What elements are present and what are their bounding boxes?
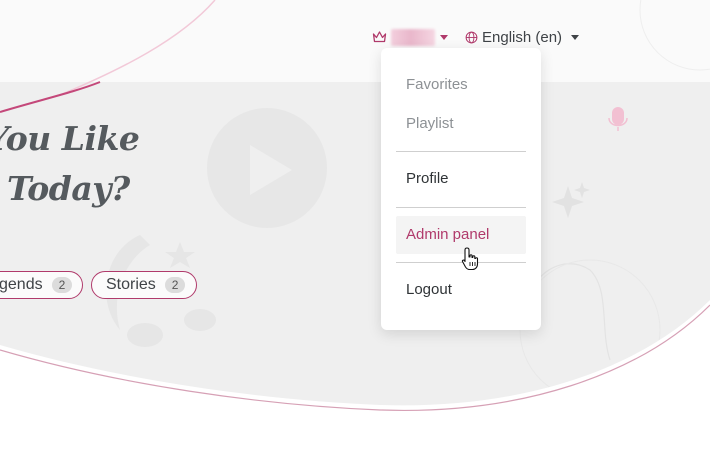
chip-label: Stories [106,276,156,293]
hero-headline-line2: en Today? [0,169,130,208]
username-redacted [391,28,435,46]
hero-headline-line1: d You Like [0,119,140,158]
hero-headline: d You Like en Today? [0,114,140,214]
language-selector[interactable]: English (en) [465,26,580,48]
menu-item-profile[interactable]: Profile [396,160,526,198]
chip-label: gends [0,276,43,293]
category-chip-legends[interactable]: gends 2 [0,271,83,299]
menu-item-playlist[interactable]: Playlist [396,105,526,143]
globe-icon [465,31,478,43]
background-decoration [0,0,710,460]
account-dropdown-menu: Favorites Playlist Profile Admin panel L… [381,48,541,330]
page: d You Like en Today? gends 2 Stories 2 E… [0,0,710,460]
crown-icon [372,31,387,43]
sparkle-watermark-icon [552,182,590,218]
hand-pointer-cursor-icon [461,247,479,271]
play-watermark-icon [207,108,327,228]
menu-item-favorites[interactable]: Favorites [396,66,526,104]
category-chip-stories[interactable]: Stories 2 [91,271,197,299]
chip-count-badge: 2 [51,277,73,293]
chevron-down-icon [440,34,448,40]
chevron-down-icon [571,34,580,40]
chip-count-badge: 2 [164,277,186,293]
language-label: English (en) [482,28,563,46]
menu-divider [396,207,526,208]
account-menu-toggle[interactable] [372,27,448,47]
microphone-watermark-icon [608,107,628,131]
menu-item-logout[interactable]: Logout [396,271,526,309]
menu-divider [396,151,526,152]
